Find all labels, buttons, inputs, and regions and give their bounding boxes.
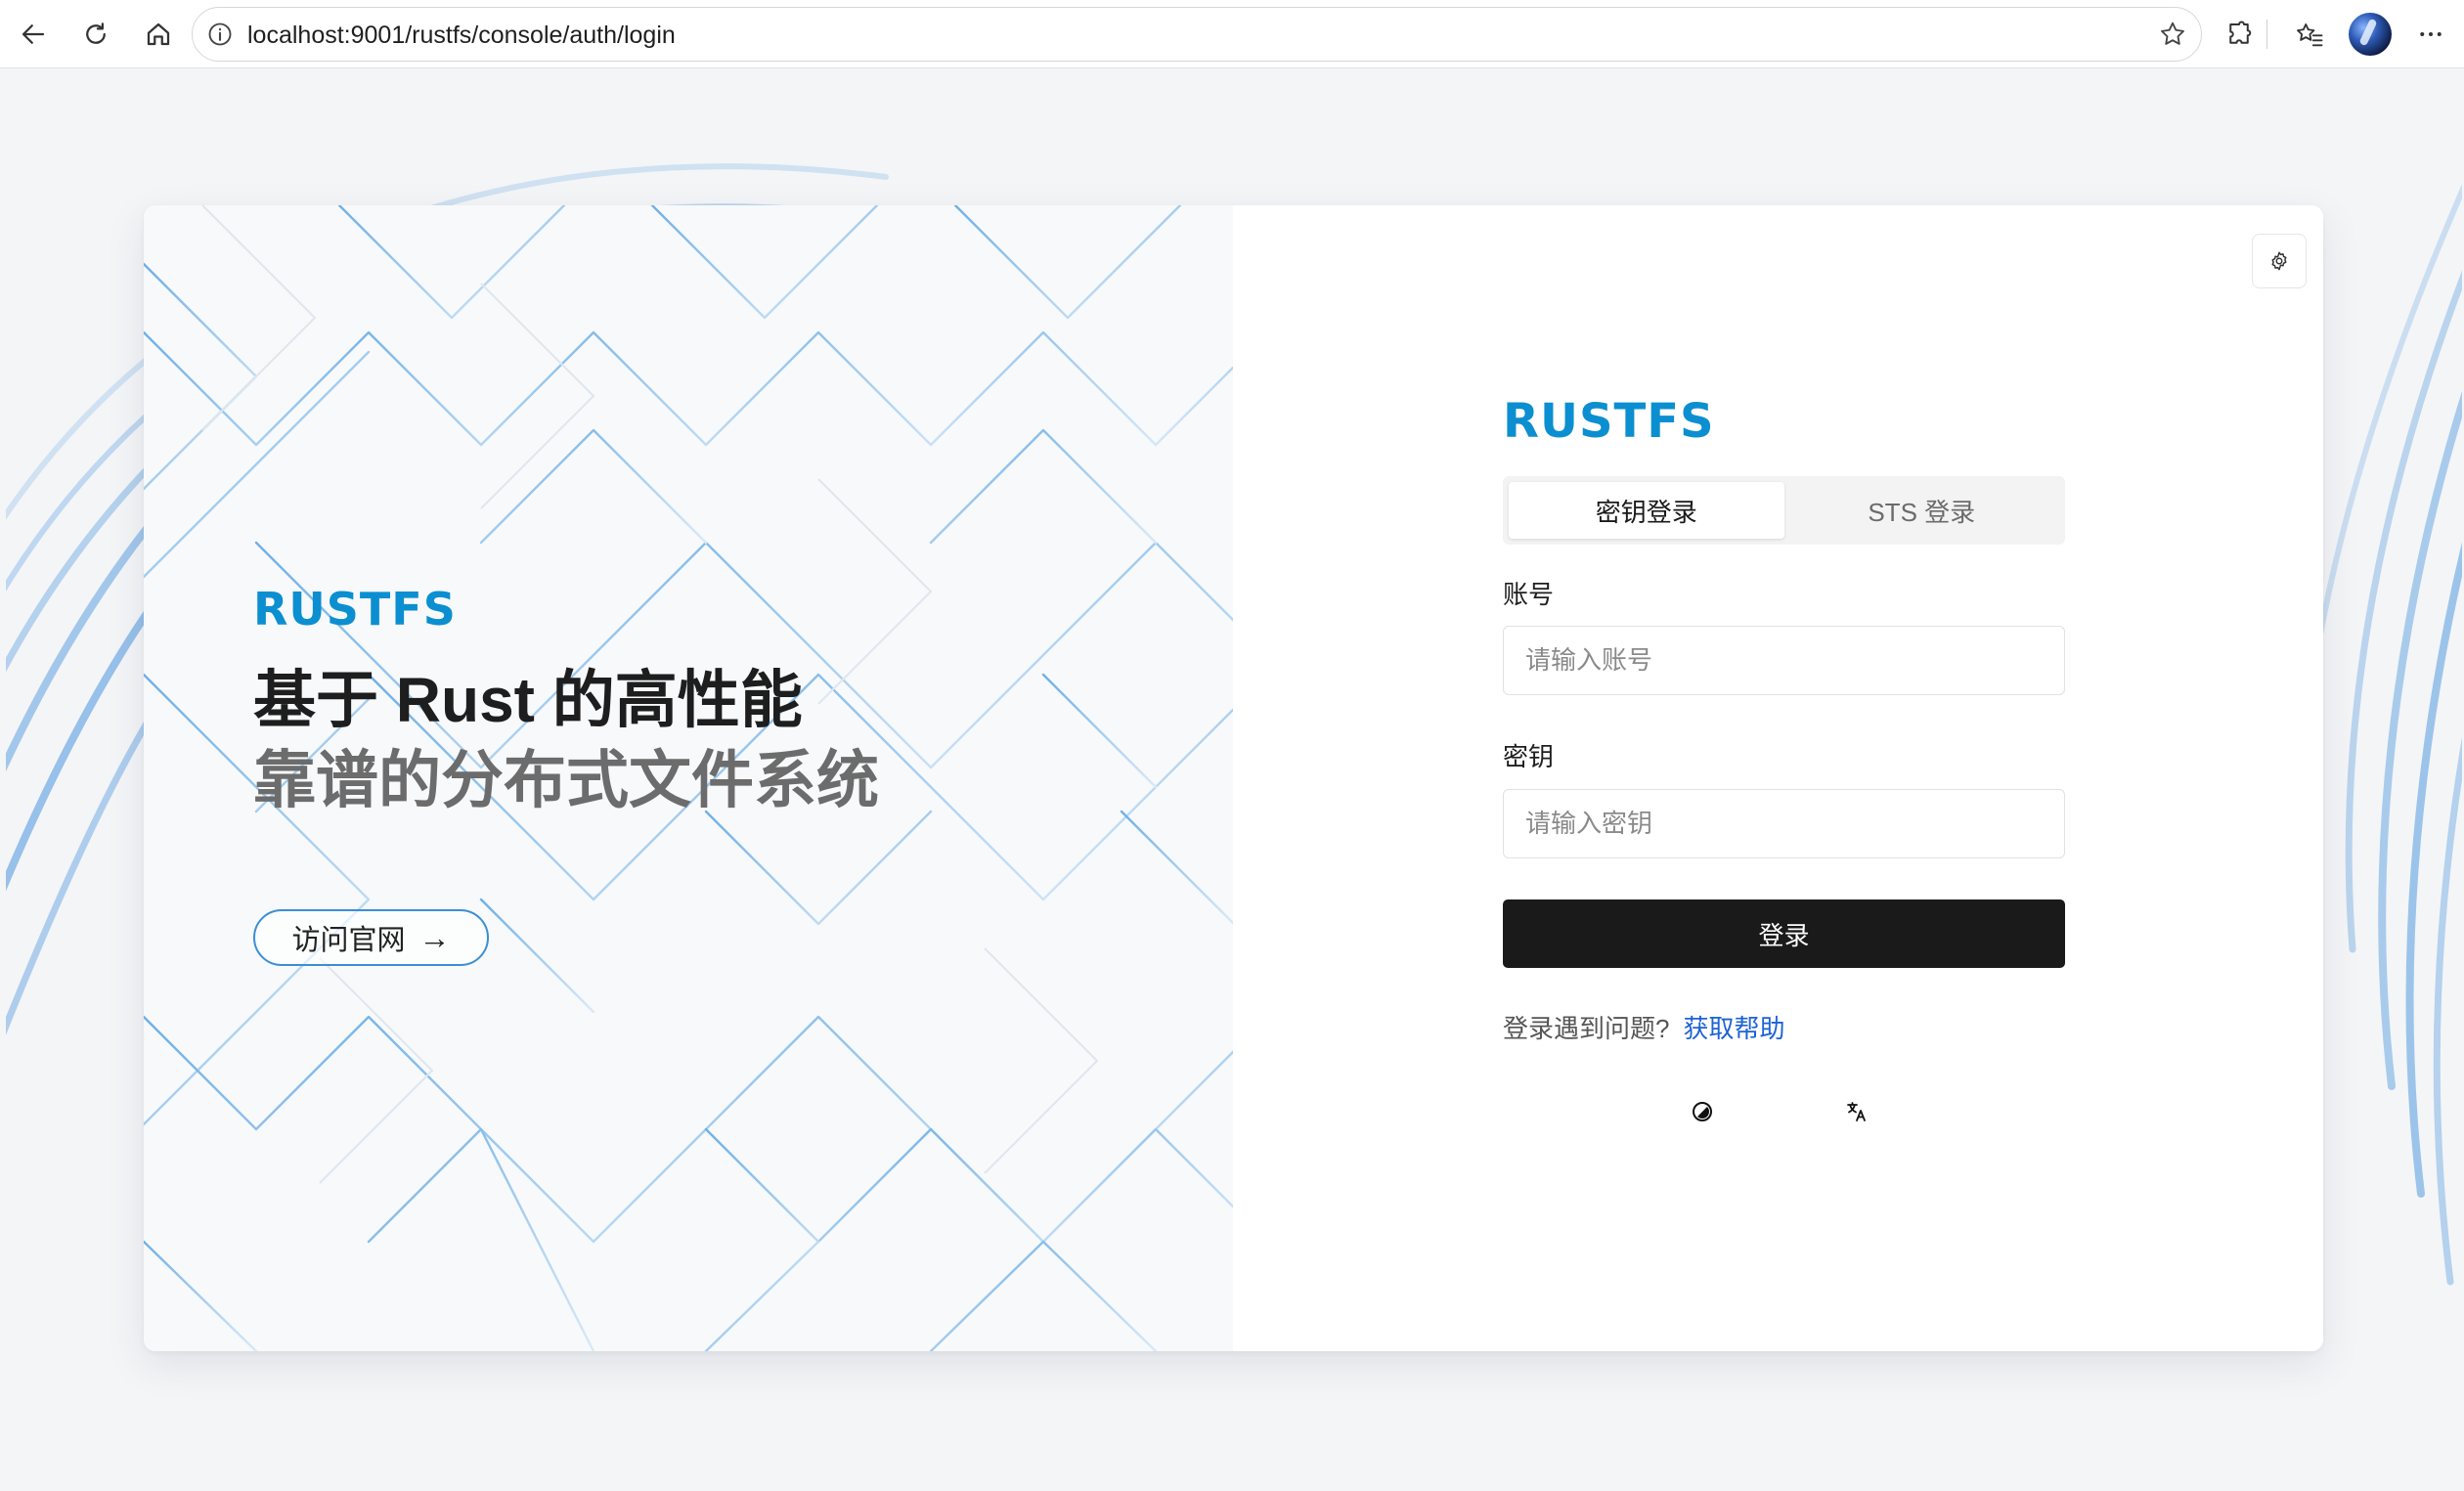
help-row: 登录遇到问题? 获取帮助 [1503, 1009, 1784, 1045]
settings-button[interactable] [2252, 234, 2307, 288]
arrow-right-icon: → [418, 920, 451, 955]
gear-icon [2271, 251, 2287, 271]
tab-sts-login[interactable]: STS 登录 [1784, 482, 2060, 539]
secret-input[interactable] [1503, 789, 2065, 858]
language-button[interactable] [1835, 1090, 1878, 1133]
login-method-tabs: 密钥登录 STS 登录 [1503, 476, 2065, 545]
theme-toggle-button[interactable] [1681, 1090, 1724, 1133]
reload-icon [86, 22, 106, 44]
puzzle-icon [2229, 21, 2252, 44]
site-info-icon[interactable] [206, 21, 234, 48]
back-button[interactable] [10, 11, 57, 58]
visit-website-label: 访问官网 [291, 925, 406, 956]
profile-avatar[interactable] [2349, 13, 2392, 56]
extensions-button[interactable] [2216, 11, 2263, 58]
visit-website-button[interactable]: 访问官网 → [253, 909, 489, 966]
home-icon [147, 22, 170, 46]
home-button[interactable] [135, 11, 182, 58]
login-panel: RUSTFS 密钥登录 STS 登录 账号 密钥 登录 登录遇到问题? 获取帮助 [1233, 205, 2323, 1351]
promo-headline-primary: 基于 Rust 的高性能 [253, 665, 803, 735]
brand-logo: RUSTFS [1503, 394, 1715, 449]
get-help-link[interactable]: 获取帮助 [1683, 1014, 1784, 1043]
favorites-button[interactable] [2286, 11, 2333, 58]
promo-headline-secondary: 靠谱的分布式文件系统 [253, 745, 879, 815]
login-card: RUSTFS 基于 Rust 的高性能 靠谱的分布式文件系统 访问官网 → RU… [144, 205, 2323, 1351]
account-label: 账号 [1503, 580, 1555, 609]
reload-button[interactable] [72, 11, 119, 58]
promo-logo: RUSTFS [253, 583, 457, 636]
more-dots-icon [2420, 32, 2442, 36]
toolbar-divider [2266, 20, 2267, 49]
favorites-list-icon [2297, 23, 2323, 47]
browser-toolbar: localhost:9001/rustfs/console/auth/login [0, 0, 2464, 68]
back-arrow-icon [22, 24, 45, 44]
translate-icon [1847, 1102, 1866, 1121]
theme-toggle-icon [1693, 1102, 1712, 1121]
url-text[interactable]: localhost:9001/rustfs/console/auth/login [247, 22, 676, 49]
page-viewport: RUSTFS 基于 Rust 的高性能 靠谱的分布式文件系统 访问官网 → RU… [6, 69, 2462, 1487]
account-input[interactable] [1503, 626, 2065, 695]
login-button[interactable]: 登录 [1503, 899, 2065, 968]
favorite-star-icon[interactable] [2158, 20, 2187, 49]
promo-content: RUSTFS 基于 Rust 的高性能 靠谱的分布式文件系统 [253, 585, 879, 821]
tab-secret-login[interactable]: 密钥登录 [1509, 482, 1784, 539]
promo-panel: RUSTFS 基于 Rust 的高性能 靠谱的分布式文件系统 访问官网 → [144, 205, 1233, 1351]
help-text: 登录遇到问题? [1503, 1014, 1670, 1043]
more-menu-button[interactable] [2407, 11, 2454, 58]
secret-label: 密钥 [1503, 742, 1555, 771]
address-bar[interactable]: localhost:9001/rustfs/console/auth/login [192, 7, 2202, 62]
